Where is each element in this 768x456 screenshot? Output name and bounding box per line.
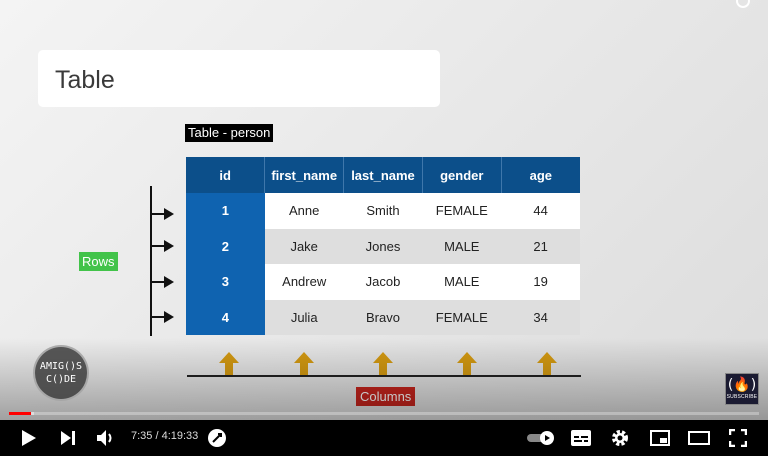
- column-arrow-icon: [373, 352, 393, 376]
- subscribe-text: SUBSCRIBE: [726, 394, 758, 400]
- cell-first-name: Anne: [264, 193, 344, 229]
- cell-id: 3: [186, 264, 265, 300]
- columns-baseline: [187, 375, 581, 377]
- cell-age: 19: [501, 264, 580, 300]
- next-button[interactable]: [56, 426, 80, 450]
- settings-button[interactable]: [608, 426, 632, 450]
- column-arrow-icon: [537, 352, 557, 376]
- header-first-name: first_name: [264, 157, 345, 193]
- column-arrow-icon: [294, 352, 314, 376]
- cell-gender: FEMALE: [422, 193, 502, 229]
- player-controls: 7:35 / 4:19:33: [0, 420, 768, 456]
- cell-first-name: Jake: [264, 228, 344, 264]
- video-frame[interactable]: Table Table - person id first_name last_…: [0, 0, 768, 428]
- cell-last-name: Jacob: [343, 264, 423, 300]
- column-arrow-icon: [457, 352, 477, 376]
- settings-icon: [612, 430, 628, 446]
- header-last-name: last_name: [343, 157, 423, 193]
- table-label: Table - person: [185, 124, 274, 142]
- table-header-row: id first_name last_name gender age: [186, 157, 580, 193]
- fullscreen-icon: [729, 429, 747, 447]
- fcc-flame-icon: (🔥): [727, 377, 757, 393]
- cell-age: 21: [501, 228, 580, 264]
- table-row: 3 Andrew Jacob MALE 19: [186, 264, 580, 300]
- header-gender: gender: [422, 157, 502, 193]
- subtitles-button[interactable]: [569, 426, 593, 450]
- cell-gender: MALE: [422, 228, 502, 264]
- cell-id: 4: [186, 299, 265, 335]
- person-table: id first_name last_name gender age 1 Ann…: [186, 157, 580, 335]
- theater-mode-button[interactable]: [687, 426, 711, 450]
- logo-line-2: C()DE: [45, 374, 77, 385]
- play-button[interactable]: [17, 426, 41, 450]
- logo-line-1: AMIG()S: [39, 361, 83, 372]
- cell-last-name: Jones: [343, 228, 423, 264]
- time-display: 7:35 / 4:19:33: [131, 430, 199, 442]
- slide-title-box: Table: [38, 50, 440, 107]
- theater-icon: [688, 431, 710, 445]
- row-arrow-icon: [152, 240, 174, 252]
- amigoscode-logo: AMIG()S C()DE: [33, 345, 89, 401]
- header-age: age: [501, 157, 580, 193]
- cell-first-name: Julia: [264, 299, 344, 335]
- miniplayer-button[interactable]: [648, 426, 672, 450]
- slide-title: Table: [55, 66, 115, 94]
- progress-played: [9, 412, 31, 415]
- row-arrow-icon: [152, 276, 174, 288]
- play-icon: [22, 430, 36, 446]
- table-row: 4 Julia Bravo FEMALE 34: [186, 299, 580, 335]
- subtitles-icon: [571, 430, 591, 446]
- row-arrow-icon: [152, 311, 174, 323]
- freecodecamp-subscribe-button[interactable]: (🔥) SUBSCRIBE: [725, 373, 759, 405]
- cell-id: 1: [186, 193, 265, 229]
- cell-last-name: Bravo: [343, 299, 423, 335]
- cell-gender: MALE: [422, 264, 502, 300]
- cell-gender: FEMALE: [422, 299, 502, 335]
- rows-label: Rows: [79, 252, 118, 271]
- cell-age: 34: [501, 299, 580, 335]
- autoplay-toggle-icon: [527, 431, 554, 445]
- column-arrow-icon: [219, 352, 239, 376]
- cell-id: 2: [186, 228, 265, 264]
- header-id: id: [186, 157, 266, 193]
- info-icon[interactable]: [736, 0, 750, 8]
- cell-age: 44: [501, 193, 580, 229]
- cell-first-name: Andrew: [264, 264, 344, 300]
- fullscreen-button[interactable]: [726, 426, 750, 450]
- cell-last-name: Smith: [343, 193, 423, 229]
- columns-label: Columns: [356, 387, 416, 406]
- volume-button[interactable]: [94, 426, 118, 450]
- miniplayer-icon: [650, 430, 670, 446]
- autoplay-toggle[interactable]: [526, 426, 556, 450]
- next-icon: [61, 431, 75, 445]
- table-row: 1 Anne Smith FEMALE 44: [186, 193, 580, 229]
- chapters-icon: [208, 429, 226, 447]
- row-arrow-icon: [152, 208, 174, 220]
- chapters-button[interactable]: [205, 426, 229, 450]
- progress-bar[interactable]: [9, 412, 759, 415]
- table-row: 2 Jake Jones MALE 21: [186, 228, 580, 264]
- volume-icon: [97, 430, 112, 446]
